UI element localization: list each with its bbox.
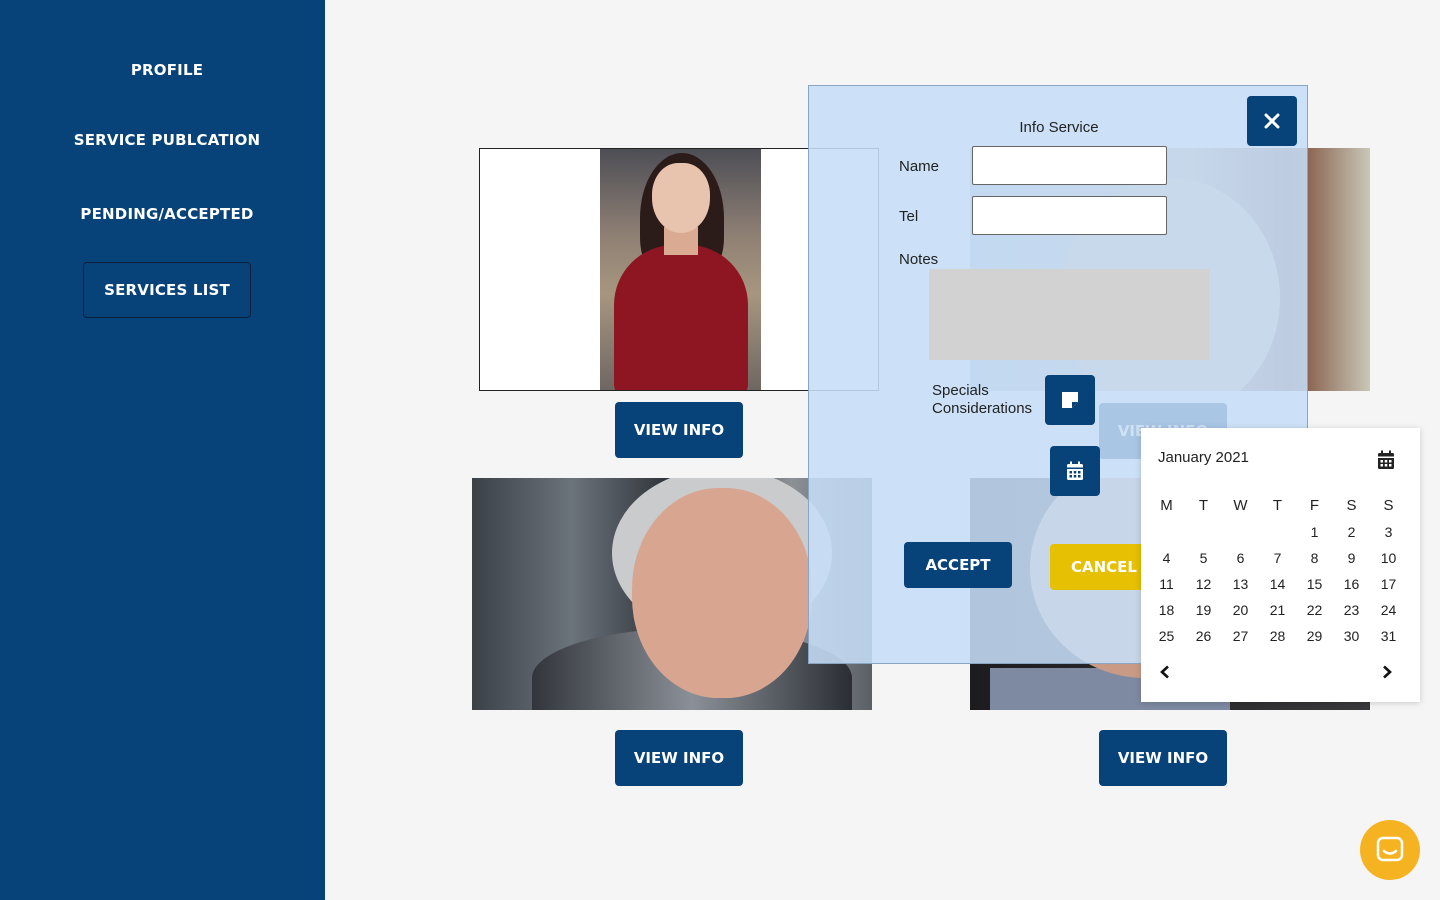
weekday-label: W [1233, 497, 1248, 514]
weekday-label: S [1346, 497, 1357, 514]
calendar-empty-cell [1259, 519, 1296, 545]
sidebar-item-pending-accepted[interactable]: PENDING/ACCEPTED [0, 205, 334, 223]
weekday-label: T [1272, 497, 1283, 514]
calendar-week-row: 25 26 27 28 29 30 31 [1148, 623, 1414, 649]
view-info-button[interactable]: VIEW INFO [1099, 730, 1227, 786]
calendar-day[interactable]: 19 [1185, 597, 1222, 623]
calendar-empty-cell [1148, 519, 1185, 545]
calendar-icon [1067, 461, 1083, 480]
calendar-day[interactable]: 7 [1259, 545, 1296, 571]
calendar-day[interactable]: 18 [1148, 597, 1185, 623]
calendar-day[interactable]: 3 [1370, 519, 1407, 545]
sidebar: PROFILE SERVICE PUBLCATION PENDING/ACCEP… [0, 0, 325, 900]
calendar-toggle[interactable] [1377, 450, 1395, 474]
name-label: Name [899, 158, 940, 175]
calendar-day[interactable]: 6 [1222, 545, 1259, 571]
chevron-right-icon [1383, 665, 1392, 679]
calendar-day[interactable]: 24 [1370, 597, 1407, 623]
calendar-day[interactable]: 15 [1296, 571, 1333, 597]
calendar-day[interactable]: 10 [1370, 545, 1407, 571]
calendar-day[interactable]: 20 [1222, 597, 1259, 623]
profile-photo [600, 149, 761, 390]
tel-input[interactable] [972, 196, 1167, 235]
calendar-week-row: 11 12 13 14 15 16 17 [1148, 571, 1414, 597]
view-info-button[interactable]: VIEW INFO [615, 402, 743, 458]
weekday-label: T [1198, 497, 1209, 514]
calendar-day[interactable]: 26 [1185, 623, 1222, 649]
weekday-label: S [1383, 497, 1394, 514]
calendar-day[interactable]: 13 [1222, 571, 1259, 597]
calendar-day[interactable]: 1 [1296, 519, 1333, 545]
calendar-day[interactable]: 21 [1259, 597, 1296, 623]
calendar-week-row: 18 19 20 21 22 23 24 [1148, 597, 1414, 623]
chevron-left-icon [1160, 665, 1169, 679]
notes-textarea[interactable] [929, 269, 1209, 360]
calendar-day[interactable]: 25 [1148, 623, 1185, 649]
calendar-day[interactable]: 14 [1259, 571, 1296, 597]
calendar-day[interactable]: 12 [1185, 571, 1222, 597]
chat-icon [1376, 836, 1404, 862]
calendar-day[interactable]: 2 [1333, 519, 1370, 545]
weekday-label: M [1160, 497, 1173, 514]
calendar-day[interactable]: 31 [1370, 623, 1407, 649]
calendar-day[interactable]: 30 [1333, 623, 1370, 649]
name-input[interactable] [972, 146, 1167, 185]
calendar-day[interactable]: 16 [1333, 571, 1370, 597]
date-picker-popup: January 2021 M T W T F S S 1 2 3 4 5 6 7 8 9 10 11… [1141, 428, 1420, 702]
accept-button[interactable]: ACCEPT [904, 542, 1012, 588]
close-button[interactable] [1247, 96, 1297, 146]
tel-label: Tel [899, 208, 919, 225]
calendar-empty-cell [1222, 519, 1259, 545]
calendar-weekday-row: M T W T F S S [1148, 493, 1414, 519]
chat-button[interactable] [1360, 820, 1420, 880]
calendar-week-row: 123 [1148, 519, 1414, 545]
notes-label: Notes [899, 251, 939, 268]
calendar-day[interactable]: 17 [1370, 571, 1407, 597]
calendar-day[interactable]: 23 [1333, 597, 1370, 623]
calendar-day[interactable]: 4 [1148, 545, 1185, 571]
sidebar-item-profile[interactable]: PROFILE [0, 61, 334, 79]
specials-considerations-label: Specials Considerations [932, 382, 1033, 417]
modal-title: Info Service [1019, 119, 1099, 136]
calendar-icon [1378, 450, 1394, 469]
note-button[interactable] [1045, 375, 1095, 425]
calendar-month-label: January 2021 [1158, 449, 1249, 466]
calendar-week-row: 4 5 6 7 8 9 10 [1148, 545, 1414, 571]
calendar-day[interactable]: 27 [1222, 623, 1259, 649]
calendar-empty-cell [1185, 519, 1222, 545]
sticky-note-icon [1062, 392, 1078, 408]
close-icon [1264, 113, 1280, 129]
weekday-label: F [1309, 497, 1320, 514]
calendar-day[interactable]: 8 [1296, 545, 1333, 571]
calendar-grid: M T W T F S S 1 2 3 4 5 6 7 8 9 10 11 12 13 14 15 16 17 1… [1148, 493, 1414, 649]
view-info-button[interactable]: VIEW INFO [615, 730, 743, 786]
previous-month-button[interactable] [1159, 664, 1171, 683]
date-picker-button[interactable] [1050, 446, 1100, 496]
calendar-day[interactable]: 5 [1185, 545, 1222, 571]
sidebar-item-service-publication[interactable]: SERVICE PUBLCATION [0, 131, 334, 149]
calendar-day[interactable]: 11 [1148, 571, 1185, 597]
next-month-button[interactable] [1381, 664, 1393, 683]
calendar-day[interactable]: 28 [1259, 623, 1296, 649]
sidebar-item-services-list[interactable]: SERVICES LIST [83, 262, 251, 318]
calendar-day[interactable]: 22 [1296, 597, 1333, 623]
calendar-day[interactable]: 29 [1296, 623, 1333, 649]
calendar-day[interactable]: 9 [1333, 545, 1370, 571]
